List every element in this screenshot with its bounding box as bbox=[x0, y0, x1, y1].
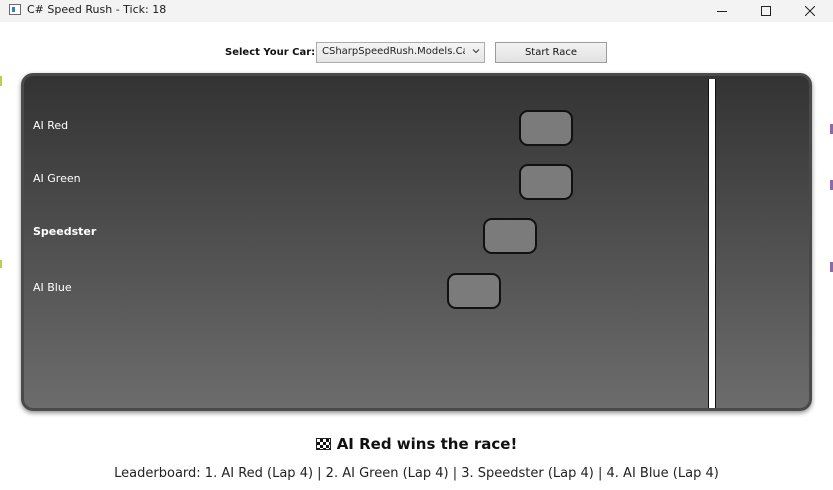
background-window-edge bbox=[0, 76, 2, 86]
car-ai-blue bbox=[447, 273, 501, 309]
select-car-label: Select Your Car: bbox=[225, 47, 316, 58]
race-track: AI Red AI Green Speedster AI Blue bbox=[21, 73, 812, 411]
car-select-dropdown[interactable]: CSharpSpeedRush.Models.Car bbox=[316, 42, 485, 63]
car-select-value: CSharpSpeedRush.Models.Car bbox=[322, 46, 465, 57]
winner-text: AI Red wins the race! bbox=[336, 435, 518, 453]
minimize-button[interactable] bbox=[700, 0, 744, 22]
close-button[interactable] bbox=[788, 0, 832, 22]
start-race-button[interactable]: Start Race bbox=[495, 42, 607, 63]
checkered-flag-icon bbox=[315, 438, 331, 450]
winner-message: AI Red wins the race! bbox=[0, 435, 833, 453]
maximize-button[interactable] bbox=[744, 0, 788, 22]
lane-label-ai-blue: AI Blue bbox=[33, 281, 72, 294]
car-speedster bbox=[483, 218, 537, 254]
app-window-icon bbox=[9, 4, 21, 15]
lane-label-ai-green: AI Green bbox=[33, 172, 81, 185]
car-ai-red bbox=[519, 110, 573, 146]
chevron-down-icon bbox=[472, 49, 480, 54]
lane-label-ai-red: AI Red bbox=[33, 119, 69, 132]
finish-line bbox=[708, 79, 716, 408]
title-bar: C# Speed Rush - Tick: 18 bbox=[0, 0, 833, 22]
car-ai-green bbox=[519, 164, 573, 200]
maximize-icon bbox=[761, 6, 771, 16]
close-icon bbox=[805, 6, 815, 16]
lane-label-speedster: Speedster bbox=[33, 225, 97, 238]
leaderboard: Leaderboard: 1. AI Red (Lap 4) | 2. AI G… bbox=[114, 466, 719, 481]
window-title: C# Speed Rush - Tick: 18 bbox=[27, 3, 167, 16]
minimize-icon bbox=[717, 11, 727, 12]
background-window-edge bbox=[0, 260, 2, 268]
